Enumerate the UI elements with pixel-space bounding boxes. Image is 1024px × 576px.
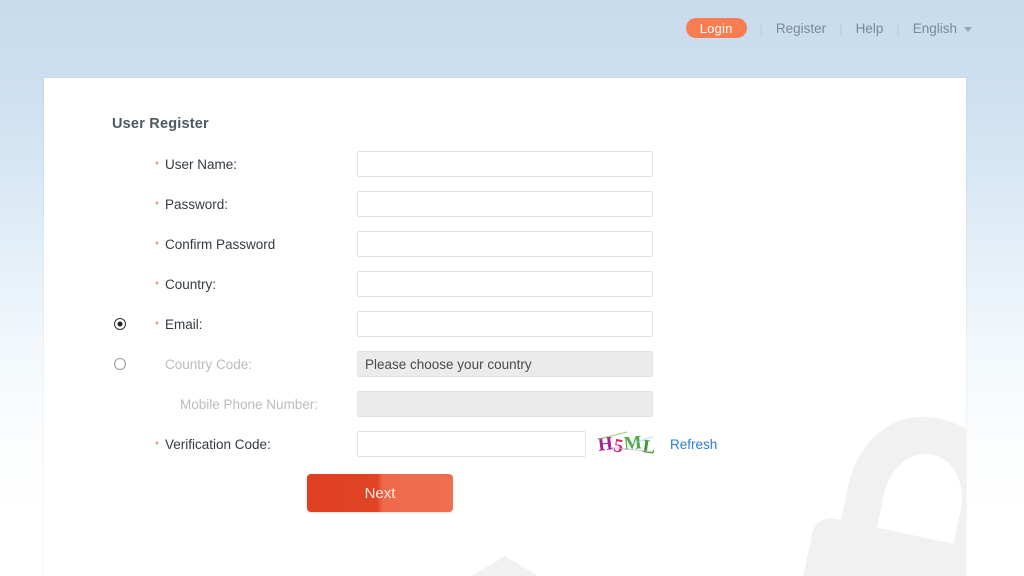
form-row-username: • User Name: (44, 144, 966, 184)
user-register-form: • User Name: • Password: • Confirm Passw… (44, 144, 966, 524)
country-input[interactable] (357, 271, 653, 297)
chevron-watermark (429, 556, 581, 576)
chevron-down-icon (964, 26, 972, 32)
nav-separator-1: | (759, 20, 763, 36)
required-marker: • (155, 237, 159, 250)
form-row-email: • Email: (44, 304, 966, 344)
language-selector[interactable]: English (913, 21, 972, 36)
country-code-radio[interactable] (114, 358, 126, 370)
username-label: User Name: (165, 156, 238, 172)
form-row-password: • Password: (44, 184, 966, 224)
password-input[interactable] (357, 191, 653, 217)
confirm-password-input[interactable] (357, 231, 653, 257)
required-marker: • (155, 277, 159, 290)
country-code-radio-slot (111, 358, 129, 370)
nav-separator-2: | (839, 20, 843, 36)
captcha-image[interactable]: H5ML (596, 431, 658, 457)
verification-code-label: Verification Code: (165, 436, 271, 452)
country-code-select[interactable] (357, 351, 653, 377)
language-label: English (912, 20, 957, 36)
nav-separator-3: | (896, 20, 900, 36)
required-marker: • (155, 157, 159, 170)
form-row-mobile-phone: Mobile Phone Number: (44, 384, 966, 424)
mobile-phone-label: Mobile Phone Number: (180, 396, 319, 412)
help-link[interactable]: Help (856, 21, 884, 36)
password-label: Password: (165, 196, 229, 212)
page-title: User Register (112, 116, 209, 132)
next-button[interactable]: Next (307, 474, 453, 512)
form-row-country: • Country: (44, 264, 966, 304)
register-card: User Register • User Name: • Password: •… (44, 78, 966, 576)
email-radio[interactable] (114, 318, 126, 330)
country-code-label: Country Code: (165, 356, 253, 372)
required-marker: • (155, 317, 159, 330)
form-row-verification-code: • Verification Code: H5ML Refresh (44, 424, 966, 464)
top-navigation-bar: Login | Register | Help | English (0, 0, 1024, 56)
login-button[interactable]: Login (685, 18, 747, 38)
country-label: Country: (165, 276, 217, 292)
email-label: Email: (165, 316, 203, 332)
email-input[interactable] (357, 311, 653, 337)
confirm-password-label: Confirm Password (165, 236, 276, 252)
form-row-country-code: Country Code: (44, 344, 966, 384)
mobile-phone-input[interactable] (357, 391, 653, 417)
register-link[interactable]: Register (776, 21, 826, 36)
refresh-captcha-link[interactable]: Refresh (670, 437, 717, 452)
email-radio-slot (111, 318, 129, 330)
form-row-confirm-password: • Confirm Password (44, 224, 966, 264)
username-input[interactable] (357, 151, 653, 177)
required-marker: • (155, 197, 159, 210)
required-marker: • (155, 437, 159, 450)
form-actions: Next (44, 464, 966, 524)
verification-code-input[interactable] (357, 431, 586, 457)
